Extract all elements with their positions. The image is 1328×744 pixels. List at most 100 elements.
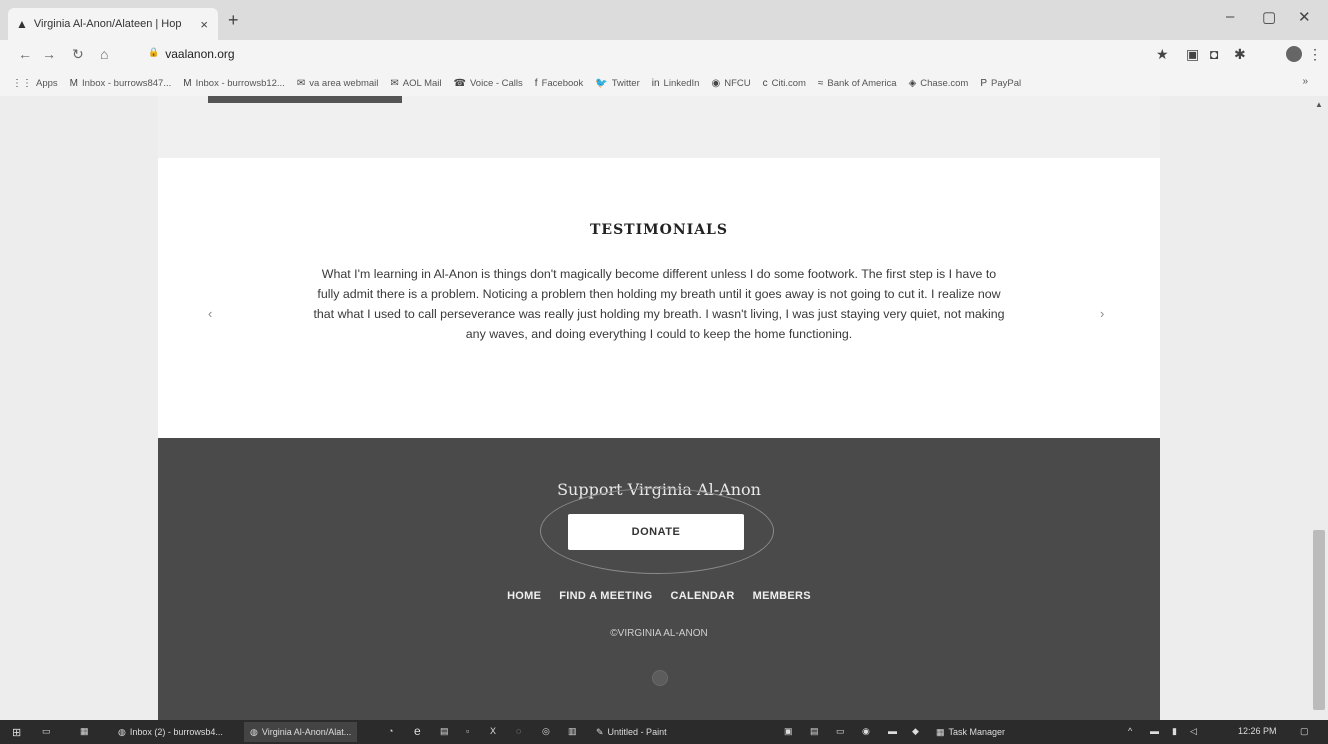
- gmail-icon: M: [183, 77, 192, 89]
- taskbar-item-paint[interactable]: ✎ Untitled - Paint: [590, 722, 673, 742]
- app-icon[interactable]: ▤: [810, 726, 819, 737]
- scrollbar-thumb[interactable]: [1313, 530, 1325, 710]
- start-windows-icon[interactable]: ⊞: [12, 726, 21, 739]
- scroll-up-icon[interactable]: ▲: [1315, 100, 1323, 109]
- store-icon[interactable]: ▦: [80, 726, 89, 737]
- taskbar-item-label: Virginia Al-Anon/Alat...: [261, 727, 352, 737]
- bookmark-label: Inbox - burrowsb12...: [195, 77, 285, 89]
- site-footer: Support Virginia Al-Anon DONATE HOME FIN…: [158, 438, 1160, 720]
- notifications-icon[interactable]: ▢: [1300, 726, 1309, 737]
- tab-close-icon[interactable]: ×: [200, 17, 208, 32]
- testimonials-heading: TESTIMONIALS: [589, 222, 729, 238]
- back-icon[interactable]: ←: [18, 46, 32, 62]
- carousel-next-icon[interactable]: ›: [1100, 306, 1104, 321]
- copyright: ©VIRGINIA AL-ANON: [610, 628, 708, 639]
- reload-icon[interactable]: ↻: [72, 46, 84, 63]
- bookmark-item[interactable]: 🐦 Twitter: [595, 78, 639, 89]
- app-icon[interactable]: ◔: [388, 726, 393, 736]
- linkedin-icon: in: [651, 77, 660, 89]
- bookmark-item[interactable]: ✉ va area webmail: [297, 78, 379, 89]
- bookmark-item[interactable]: M Inbox - burrowsb12...: [183, 78, 285, 89]
- clock-time[interactable]: 12:26 PM: [1238, 726, 1277, 736]
- home-icon[interactable]: ⌂: [100, 46, 108, 62]
- bookmark-label: Inbox - burrows847...: [82, 77, 172, 89]
- paint-icon: ✎: [596, 726, 604, 737]
- bookmark-star-icon[interactable]: ★: [1156, 46, 1169, 63]
- previous-section-strip: [158, 96, 1160, 158]
- network-icon[interactable]: ▬: [1150, 726, 1159, 736]
- explorer-icon[interactable]: ▤: [440, 726, 449, 737]
- extension-icon[interactable]: ▣: [1186, 46, 1199, 63]
- taskbar-item-label: Task Manager: [948, 727, 1006, 737]
- app-icon[interactable]: ◌: [516, 726, 521, 736]
- donate-button[interactable]: DONATE: [568, 514, 744, 550]
- chrome-icon: ◍: [250, 726, 258, 737]
- tray-chevron-icon[interactable]: ^: [1128, 726, 1132, 736]
- forward-icon[interactable]: →: [42, 46, 56, 62]
- footer-nav-members[interactable]: MEMBERS: [753, 590, 811, 602]
- battery-icon[interactable]: ▮: [1172, 726, 1177, 737]
- task-manager-icon: ▦: [936, 726, 945, 737]
- taskbar-item-inbox[interactable]: ◍ Inbox (2) - burrowsb4...: [112, 722, 229, 742]
- footer-nav-home[interactable]: HOME: [507, 590, 541, 602]
- new-tab-button[interactable]: +: [228, 10, 239, 31]
- app-icon[interactable]: ▥: [568, 726, 577, 737]
- menu-dots-icon[interactable]: ⋮: [1308, 46, 1322, 63]
- app-icon[interactable]: ▬: [888, 726, 897, 736]
- image-fragment: [208, 96, 296, 103]
- bookmark-item[interactable]: M Inbox - burrows847...: [70, 78, 172, 89]
- app-icon[interactable]: ◎: [542, 726, 550, 737]
- bookmark-item[interactable]: in LinkedIn: [652, 78, 700, 89]
- minimize-icon[interactable]: –: [1226, 8, 1234, 25]
- app-icon[interactable]: ◉: [862, 726, 870, 737]
- taskbar-item-label: Untitled - Paint: [607, 727, 667, 737]
- bookmarks-overflow-icon[interactable]: »: [1302, 76, 1308, 87]
- bookmark-item[interactable]: ☎ Voice - Calls: [454, 78, 523, 89]
- shield-icon[interactable]: ◘: [1210, 46, 1218, 62]
- bookmark-item[interactable]: ◉ NFCU: [711, 78, 750, 89]
- bookmark-label: Voice - Calls: [469, 77, 523, 89]
- bookmark-item[interactable]: P PayPal: [980, 78, 1021, 89]
- bookmark-item[interactable]: ≈ Bank of America: [818, 78, 897, 89]
- url-text: vaalanon.org: [165, 47, 235, 61]
- taskbar-item-task-manager[interactable]: ▦ Task Manager: [930, 722, 1011, 742]
- bookmark-item[interactable]: ◈ Chase.com: [909, 78, 969, 89]
- browser-tab-strip: ▲ Virginia Al-Anon/Alateen | Hop × + – ▢…: [0, 0, 1328, 40]
- bookmark-item[interactable]: ✉ AOL Mail: [390, 78, 441, 89]
- bookmark-item[interactable]: c Citi.com: [763, 78, 806, 89]
- taskbar-item-virginia-al-anon[interactable]: ◍ Virginia Al-Anon/Alat...: [244, 722, 358, 742]
- excel-icon[interactable]: X: [490, 726, 496, 736]
- profile-avatar[interactable]: [1286, 46, 1302, 62]
- app-icon[interactable]: ▭: [836, 726, 845, 737]
- app-icon[interactable]: ▫: [466, 726, 469, 736]
- browser-tab[interactable]: ▲ Virginia Al-Anon/Alateen | Hop ×: [8, 8, 218, 40]
- task-view-icon[interactable]: ▭: [42, 726, 51, 737]
- volume-icon[interactable]: ◁: [1190, 726, 1197, 737]
- address-bar[interactable]: 🔒 vaalanon.org: [148, 47, 235, 61]
- app-icon[interactable]: ▣: [784, 726, 793, 737]
- carousel-prev-icon[interactable]: ‹: [208, 306, 212, 321]
- lock-icon: 🔒: [148, 47, 160, 57]
- windows-taskbar: ⊞ ▭ ▦ ◍ Inbox (2) - burrowsb4... ◍ Virgi…: [0, 720, 1328, 744]
- bookmark-label: Chase.com: [920, 77, 969, 89]
- footer-nav-calendar[interactable]: CALENDAR: [670, 590, 734, 602]
- footer-nav-find-a-meeting[interactable]: FIND A MEETING: [559, 590, 652, 602]
- edge-icon[interactable]: e: [414, 724, 421, 738]
- bookmark-item[interactable]: f Facebook: [535, 78, 584, 89]
- bookmarks-bar: ⋮⋮ Apps M Inbox - burrows847... M Inbox - bur…: [0, 70, 1328, 97]
- close-window-icon[interactable]: ✕: [1298, 8, 1311, 26]
- bookmark-label: LinkedIn: [663, 77, 700, 89]
- paypal-icon: P: [980, 77, 988, 89]
- app-icon[interactable]: ◆: [912, 726, 919, 737]
- citi-icon: c: [762, 77, 768, 89]
- bookmark-label: Bank of America: [827, 77, 897, 89]
- bookmark-label: Twitter: [611, 77, 640, 89]
- footer-nav: HOME FIND A MEETING CALENDAR MEMBERS: [158, 590, 1160, 602]
- bookmark-label: Citi.com: [771, 77, 806, 89]
- bookmark-item[interactable]: ⋮⋮ Apps: [12, 78, 58, 89]
- maximize-icon[interactable]: ▢: [1262, 8, 1276, 26]
- site-favicon-icon: ▲: [16, 17, 28, 31]
- back-to-top-icon[interactable]: [652, 670, 668, 686]
- testimonials-section: TESTIMONIALS What I'm learning in Al-Ano…: [158, 158, 1160, 438]
- puzzle-icon[interactable]: ✱: [1234, 46, 1246, 63]
